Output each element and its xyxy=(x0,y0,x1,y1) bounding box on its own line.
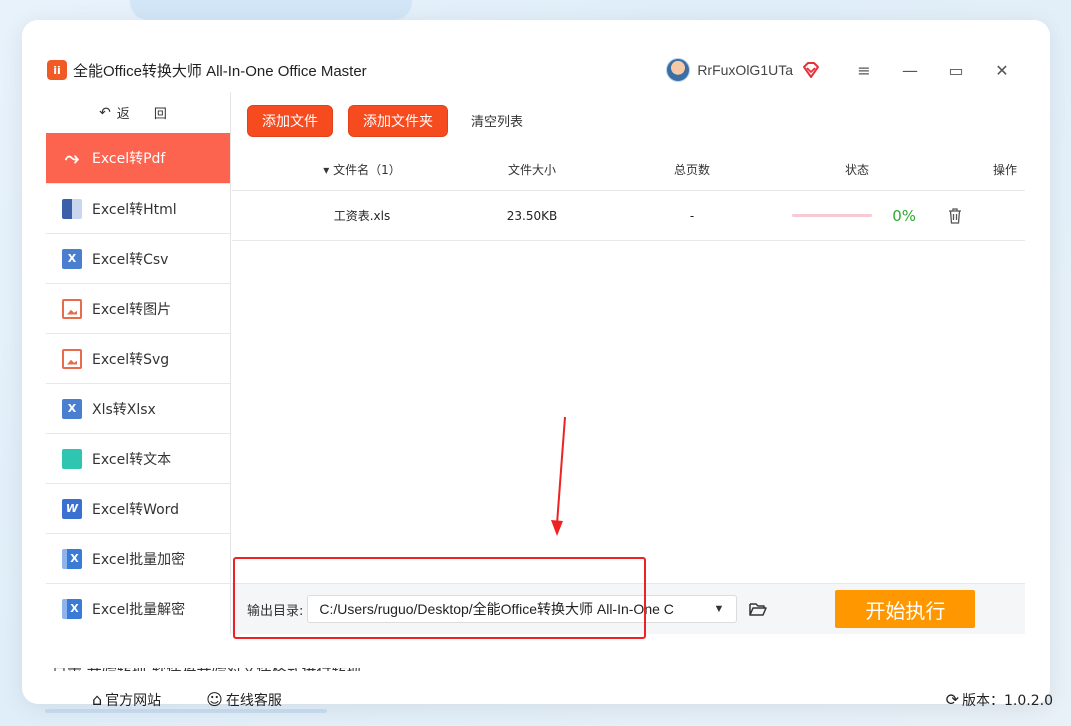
website-label: 官方网站 xyxy=(105,692,162,709)
refresh-icon[interactable]: ⟳ xyxy=(946,690,959,709)
csv-icon: X xyxy=(62,248,82,269)
avatar[interactable] xyxy=(666,58,691,82)
word-icon: W xyxy=(62,498,82,519)
add-folder-button[interactable]: 添加文件夹 xyxy=(348,104,448,137)
username[interactable]: RrFuxOlG1UTa xyxy=(697,62,793,78)
delete-icon[interactable] xyxy=(948,207,962,224)
back-arrow-icon: ↶ xyxy=(99,104,111,121)
file-name-cell: 工资表.xls xyxy=(333,209,391,223)
main-panel: 添加文件 添加文件夹 清空列表 ▾ 文件名（1） 文件大小 总页数 状态 操作 … xyxy=(232,92,1025,634)
sidebar-item-excel-encrypt[interactable]: X Excel批量加密 xyxy=(46,533,230,583)
sidebar-item-label: Excel转Csv xyxy=(92,251,169,268)
sidebar-item-label: Excel批量解密 xyxy=(92,601,186,618)
sidebar-item-label: Excel转Html xyxy=(92,201,177,218)
titlebar-controls: RrFuxOlG1UTa ≡ — ▭ ✕ xyxy=(666,48,1025,92)
sidebar-item-label: Excel转Svg xyxy=(92,351,170,368)
sidebar-item-excel-to-image[interactable]: Excel转图片 xyxy=(46,283,230,333)
header-status: 状态 xyxy=(844,163,869,177)
minimize-button[interactable]: — xyxy=(887,48,933,92)
support-icon: ☺ xyxy=(206,690,223,709)
support-label: 在线客服 xyxy=(225,692,282,709)
decrypt-icon: X xyxy=(62,598,82,619)
header-actions: 操作 xyxy=(992,163,1017,177)
sidebar-item-xls-to-xlsx[interactable]: X Xls转Xlsx xyxy=(46,383,230,433)
support-link[interactable]: ☺ 在线客服 xyxy=(206,690,282,710)
home-icon: ⌂ xyxy=(92,690,103,709)
footer: ⌂ 官方网站 ☺ 在线客服 ⟳ 版本：1.0.2.0 xyxy=(92,683,1071,716)
xlsx-icon: X xyxy=(62,398,82,419)
toolbar: 添加文件 添加文件夹 清空列表 xyxy=(232,92,1025,149)
app-logo-icon: ii xyxy=(47,60,67,80)
version-label: 版本：1.0.2.0 xyxy=(962,692,1053,709)
svg-icon xyxy=(62,348,82,369)
sidebar-item-label: Excel转图片 xyxy=(92,301,172,318)
sidebar-item-excel-to-word[interactable]: W Excel转Word xyxy=(46,483,230,533)
titlebar: ii 全能Office转换大师 All-In-One Office Master… xyxy=(46,48,1025,92)
website-link[interactable]: ⌂ 官方网站 xyxy=(92,690,161,710)
sidebar-item-excel-decrypt[interactable]: X Excel批量解密 xyxy=(46,583,230,633)
add-file-button[interactable]: 添加文件 xyxy=(247,104,333,137)
text-icon xyxy=(62,448,82,469)
table-row[interactable]: 工资表.xls 23.50KB - 0% xyxy=(232,191,1025,241)
header-file-name[interactable]: ▾ 文件名（1） xyxy=(232,161,472,178)
image-icon xyxy=(62,298,82,319)
sidebar-item-label: Xls转Xlsx xyxy=(92,401,156,418)
header-page-count: 总页数 xyxy=(673,163,710,177)
start-button[interactable]: 开始执行 xyxy=(835,590,976,628)
progress-percent: 0% xyxy=(892,206,916,225)
encrypt-icon: X xyxy=(62,548,82,569)
file-size-cell: 23.50KB xyxy=(506,208,558,223)
sidebar-item-excel-to-html[interactable]: Excel转Html xyxy=(46,183,230,233)
annotation-highlight-box xyxy=(233,557,646,639)
sidebar-item-excel-to-pdf[interactable]: ⤳ Excel转Pdf xyxy=(46,133,230,183)
clear-list-button[interactable]: 清空列表 xyxy=(471,111,523,130)
sidebar-item-excel-to-svg[interactable]: Excel转Svg xyxy=(46,333,230,383)
sidebar-item-label: Excel批量加密 xyxy=(92,551,186,568)
sidebar-item-label: Excel转Word xyxy=(92,501,180,518)
back-button[interactable]: ↶ 返 回 xyxy=(46,92,230,133)
sidebar-item-label: Excel转Pdf xyxy=(92,151,166,167)
close-button[interactable]: ✕ xyxy=(979,48,1025,92)
version-info: ⟳ 版本：1.0.2.0 xyxy=(946,683,1053,716)
annotation-arrow-icon xyxy=(551,416,566,536)
header-file-size: 文件大小 xyxy=(507,163,556,177)
back-label: 返 回 xyxy=(116,107,177,122)
maximize-button[interactable]: ▭ xyxy=(933,48,979,92)
table-header: ▾ 文件名（1） 文件大小 总页数 状态 操作 xyxy=(232,149,1025,191)
caret-down-icon: ▼ xyxy=(713,603,725,615)
html-icon xyxy=(62,198,82,219)
progress-bar xyxy=(792,214,873,217)
status-cell: 0% xyxy=(762,207,962,225)
sidebar-item-label: Excel转文本 xyxy=(92,451,172,468)
background-shape xyxy=(130,0,412,20)
pdf-icon: ⤳ xyxy=(64,147,80,169)
menu-button[interactable]: ≡ xyxy=(841,48,887,92)
app-title: 全能Office转换大师 All-In-One Office Master xyxy=(73,62,367,80)
sidebar-item-excel-to-csv[interactable]: X Excel转Csv xyxy=(46,233,230,283)
sidebar-item-excel-to-text[interactable]: Excel转文本 xyxy=(46,433,230,483)
vip-diamond-icon[interactable] xyxy=(801,60,821,80)
folder-open-icon[interactable] xyxy=(749,601,768,617)
sidebar: ↶ 返 回 ⤳ Excel转Pdf Excel转Html X Excel转Csv… xyxy=(46,92,231,634)
